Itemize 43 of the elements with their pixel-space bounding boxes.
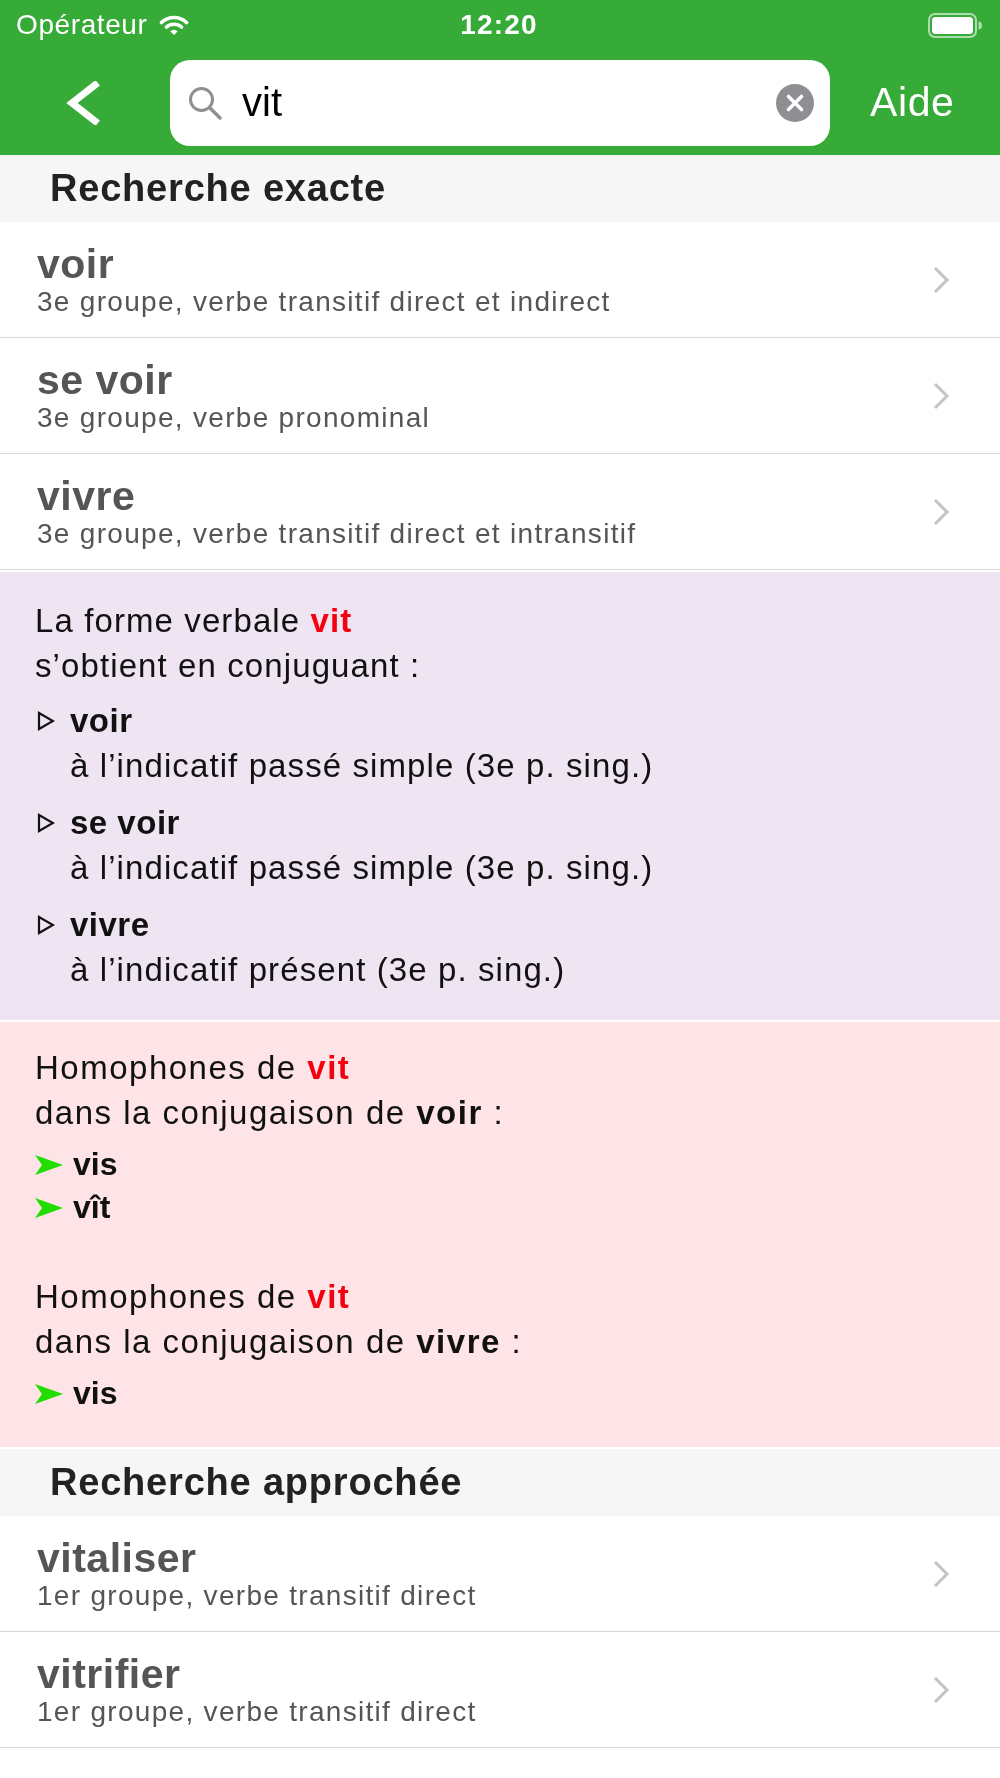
arrow-icon: [35, 1154, 63, 1175]
verb-description: 1er groupe, verbe transitif direct: [37, 1579, 477, 1612]
verb-description: 1er groupe, verbe transitif direct: [37, 1695, 477, 1728]
battery-icon: [928, 12, 982, 38]
status-time: 12:20: [460, 9, 538, 41]
tense-description: à l’indicatif passé simple (3e p. sing.): [70, 848, 654, 888]
verb-description: 3e groupe, verbe transitif direct et indirect: [37, 285, 611, 318]
intro-text: Homophones de vit dans la conjugaison de vivre :: [35, 1277, 523, 1362]
arrow-icon: [35, 1197, 63, 1218]
triangle-icon: [37, 710, 55, 731]
homophone-word: vis: [73, 1145, 118, 1184]
chevron-icon[interactable]: [932, 1674, 950, 1705]
search-input[interactable]: vit: [242, 77, 764, 128]
verb-name: voir: [70, 701, 133, 741]
verb-description: 3e groupe, verbe pronominal: [37, 401, 431, 434]
verb-title[interactable]: vivre: [37, 473, 136, 518]
tense-description: à l’indicatif passé simple (3e p. sing.): [70, 746, 654, 786]
search-field[interactable]: vit: [170, 59, 830, 146]
verb-name: vivre: [70, 905, 150, 945]
homophone-word: vît: [73, 1188, 111, 1227]
chevron-icon[interactable]: [932, 496, 950, 527]
arrow-icon: [35, 1383, 63, 1404]
chevron-icon[interactable]: [932, 1558, 950, 1589]
verb-description: 3e groupe, verbe transitif direct et intransitif: [37, 517, 637, 550]
intro-text: Homophones de vit dans la conjugaison de voir :: [35, 1048, 505, 1133]
verb-title[interactable]: se voir: [37, 357, 173, 402]
triangle-icon: [37, 812, 55, 833]
chevron-icon[interactable]: [932, 264, 950, 295]
verb-title[interactable]: vitrifier: [37, 1651, 181, 1696]
verb-title[interactable]: voir: [37, 241, 115, 286]
chevron-icon[interactable]: [932, 380, 950, 411]
intro-text: La forme verbale vit s’obtient en conjuguant :: [35, 601, 421, 686]
homophone-word: vis: [73, 1374, 118, 1413]
search-icon: [188, 85, 222, 120]
carrier-name: Opérateur: [16, 9, 148, 41]
clear-icon[interactable]: [776, 83, 814, 122]
section-header: Recherche exacte: [0, 155, 1000, 222]
section-header: Recherche approchée: [0, 1449, 1000, 1516]
tense-description: à l’indicatif présent (3e p. sing.): [70, 950, 566, 990]
verb-name: se voir: [70, 803, 180, 843]
triangle-icon: [37, 914, 55, 935]
verb-title[interactable]: vitaliser: [37, 1535, 197, 1580]
wifi-icon: [159, 14, 190, 36]
